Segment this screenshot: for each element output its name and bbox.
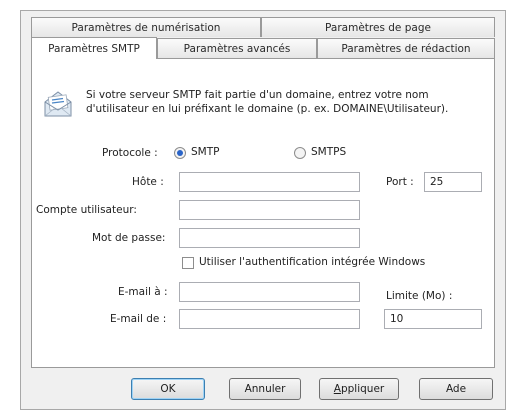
email-to-input[interactable] [179, 282, 360, 302]
mail-envelope-icon [42, 89, 74, 119]
protocol-label: Protocole : [102, 147, 158, 159]
email-from-input[interactable] [179, 309, 360, 329]
host-label: Hôte : [132, 176, 164, 188]
cancel-button[interactable]: Annuler [229, 378, 301, 400]
ok-button[interactable]: OK [131, 378, 205, 400]
smtp-radio-label[interactable]: SMTP [191, 146, 219, 158]
tab-scan-settings[interactable]: Paramètres de numérisation [31, 17, 261, 37]
windows-auth-label[interactable]: Utiliser l'authentification intégrée Win… [199, 256, 425, 268]
apply-mnemonic: A [333, 383, 341, 395]
tab-compose-settings[interactable]: Paramètres de rédaction [317, 38, 495, 58]
port-label: Port : [386, 176, 414, 188]
smtp-settings-dialog: Paramètres de numérisation Paramètres de… [20, 10, 506, 410]
email-to-label: E-mail à : [118, 286, 168, 298]
port-input[interactable]: 25 [424, 172, 482, 192]
smtps-radio[interactable] [294, 147, 306, 159]
domain-info-line2: d'utilisateur en lui préfixant le domain… [86, 103, 449, 115]
tab-smtp-settings[interactable]: Paramètres SMTP [31, 37, 157, 59]
password-label: Mot de passe: [92, 232, 166, 244]
tab-page-settings[interactable]: Paramètres de page [261, 17, 495, 37]
help-button[interactable]: Ade [419, 378, 493, 400]
limit-input[interactable]: 10 [384, 309, 482, 329]
password-input[interactable] [179, 228, 360, 248]
email-from-label: E-mail de : [110, 313, 167, 325]
apply-label-rest: ppliquer [340, 383, 385, 395]
apply-button[interactable]: Appliquer [319, 378, 399, 400]
windows-auth-checkbox[interactable] [182, 257, 194, 269]
host-input[interactable] [179, 172, 360, 192]
account-input[interactable] [179, 200, 360, 220]
account-label: Compte utilisateur: [36, 204, 137, 216]
limit-label: Limite (Mo) : [386, 290, 453, 302]
smtps-radio-label[interactable]: SMTPS [311, 146, 346, 158]
smtp-settings-panel: Si votre serveur SMTP fait partie d'un d… [31, 58, 495, 368]
tab-advanced-settings[interactable]: Paramètres avancés [157, 38, 317, 58]
domain-info-line1: Si votre serveur SMTP fait partie d'un d… [86, 89, 429, 101]
smtp-radio[interactable] [174, 147, 186, 159]
